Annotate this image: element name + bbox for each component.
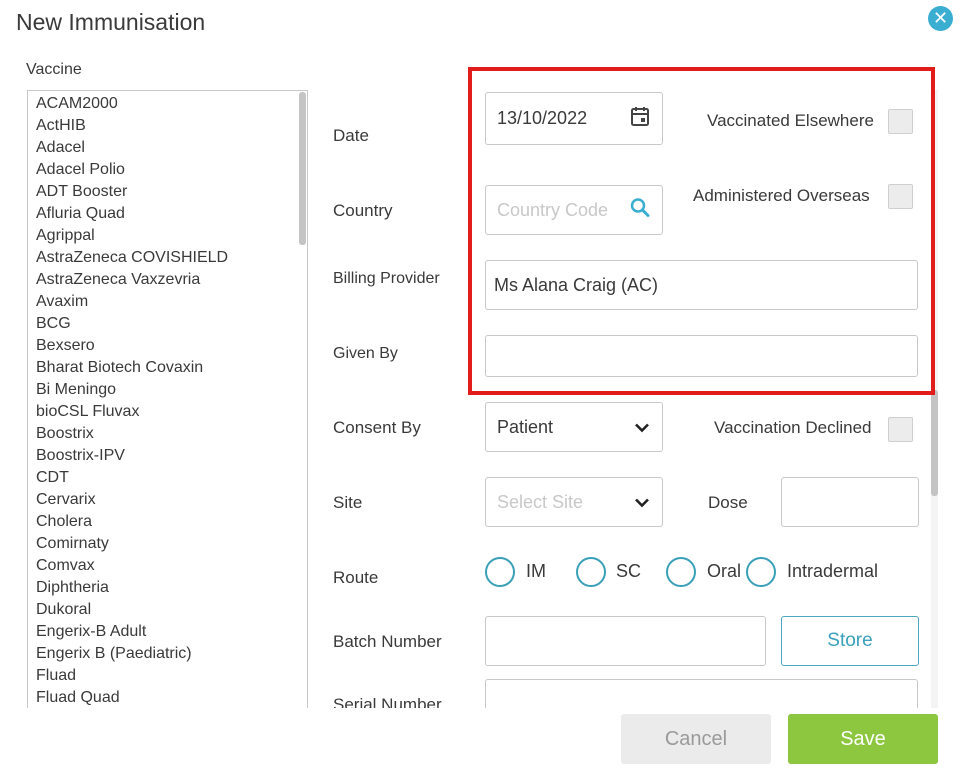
route-sc-label: SC xyxy=(616,561,642,581)
vaccine-list-item[interactable]: ADT Booster xyxy=(36,181,307,203)
vaccine-label: Vaccine xyxy=(26,61,82,78)
site-select[interactable]: Select Site xyxy=(485,477,663,527)
cancel-button[interactable]: Cancel xyxy=(621,714,771,764)
close-icon[interactable]: ✕ xyxy=(928,6,953,31)
list-bottom-mask xyxy=(0,708,320,781)
dose-input[interactable] xyxy=(781,477,919,527)
vaccine-list[interactable]: ACAM2000 ActHIB Adacel Adacel Polio ADT Boos… xyxy=(27,90,308,710)
given-by-label: Given By xyxy=(333,345,398,362)
chevron-down-icon[interactable] xyxy=(634,492,650,513)
store-button[interactable]: Store xyxy=(781,616,919,666)
vaccine-list-item[interactable]: ActHIB xyxy=(36,115,307,137)
batch-number-input[interactable] xyxy=(485,616,766,666)
vaccination-declined-label: Vaccination Declined xyxy=(714,418,872,437)
vaccine-list-item[interactable]: Engerix-B Adult xyxy=(36,621,307,643)
route-sc-radio[interactable] xyxy=(576,557,606,587)
vaccine-list-item[interactable]: Fluad Quad xyxy=(36,687,307,709)
vaccine-list-item[interactable]: Fluad xyxy=(36,665,307,687)
vaccine-list-scrollbar[interactable] xyxy=(299,92,306,245)
vaccine-list-item[interactable]: Comvax xyxy=(36,555,307,577)
vaccine-list-item[interactable]: Boostrix-IPV xyxy=(36,445,307,467)
billing-provider-label: Billing Provider xyxy=(333,270,440,287)
route-oral-label: Oral xyxy=(707,561,742,581)
route-im-label: IM xyxy=(526,561,546,581)
vaccine-list-item[interactable]: Adacel xyxy=(36,137,307,159)
route-intradermal-radio[interactable] xyxy=(746,557,776,587)
consent-by-label: Consent By xyxy=(333,418,421,437)
route-im-radio[interactable] xyxy=(485,557,515,587)
dialog-title: New Immunisation xyxy=(16,9,206,35)
vaccine-list-item[interactable]: Bharat Biotech Covaxin xyxy=(36,357,307,379)
consent-by-select[interactable]: Patient xyxy=(485,402,663,452)
form-scrollbar[interactable] xyxy=(931,390,938,496)
vaccine-list-item[interactable]: Diphtheria xyxy=(36,577,307,599)
route-oral-radio[interactable] xyxy=(666,557,696,587)
vaccine-list-item[interactable]: CDT xyxy=(36,467,307,489)
save-button[interactable]: Save xyxy=(788,714,938,764)
vaccine-list-item[interactable]: bioCSL Fluvax xyxy=(36,401,307,423)
vaccine-list-item[interactable]: AstraZeneca COVISHIELD xyxy=(36,247,307,269)
site-label: Site xyxy=(333,493,363,512)
vaccine-list-item[interactable]: Cervarix xyxy=(36,489,307,511)
vaccine-list-item[interactable]: Comirnaty xyxy=(36,533,307,555)
vaccine-list-item[interactable]: Adacel Polio xyxy=(36,159,307,181)
vaccination-declined-checkbox[interactable] xyxy=(888,417,913,442)
vaccine-list-item[interactable]: Bi Meningo xyxy=(36,379,307,401)
vaccine-list-item[interactable]: Engerix B (Paediatric) xyxy=(36,643,307,665)
vaccine-list-item[interactable]: BCG xyxy=(36,313,307,335)
route-intradermal-label: Intradermal xyxy=(787,561,879,581)
chevron-down-icon[interactable] xyxy=(634,417,650,438)
vaccine-list-item[interactable]: Boostrix xyxy=(36,423,307,445)
batch-number-label: Batch Number xyxy=(333,632,442,651)
highlight-box xyxy=(468,67,935,395)
site-placeholder: Select Site xyxy=(497,491,584,512)
country-label: Country xyxy=(333,201,393,220)
consent-by-value: Patient xyxy=(497,416,554,437)
date-label: Date xyxy=(333,126,369,145)
vaccine-list-item[interactable]: AstraZeneca Vaxzevria xyxy=(36,269,307,291)
vaccine-list-item[interactable]: Cholera xyxy=(36,511,307,533)
vaccine-list-item[interactable]: Afluria Quad xyxy=(36,203,307,225)
vaccine-list-item[interactable]: Dukoral xyxy=(36,599,307,621)
route-label: Route xyxy=(333,568,379,587)
vaccine-list-item[interactable]: Agrippal xyxy=(36,225,307,247)
vaccine-list-item[interactable]: ACAM2000 xyxy=(36,93,307,115)
dose-label: Dose xyxy=(708,493,748,512)
vaccine-list-item[interactable]: Avaxim xyxy=(36,291,307,313)
vaccine-list-item[interactable]: Bexsero xyxy=(36,335,307,357)
